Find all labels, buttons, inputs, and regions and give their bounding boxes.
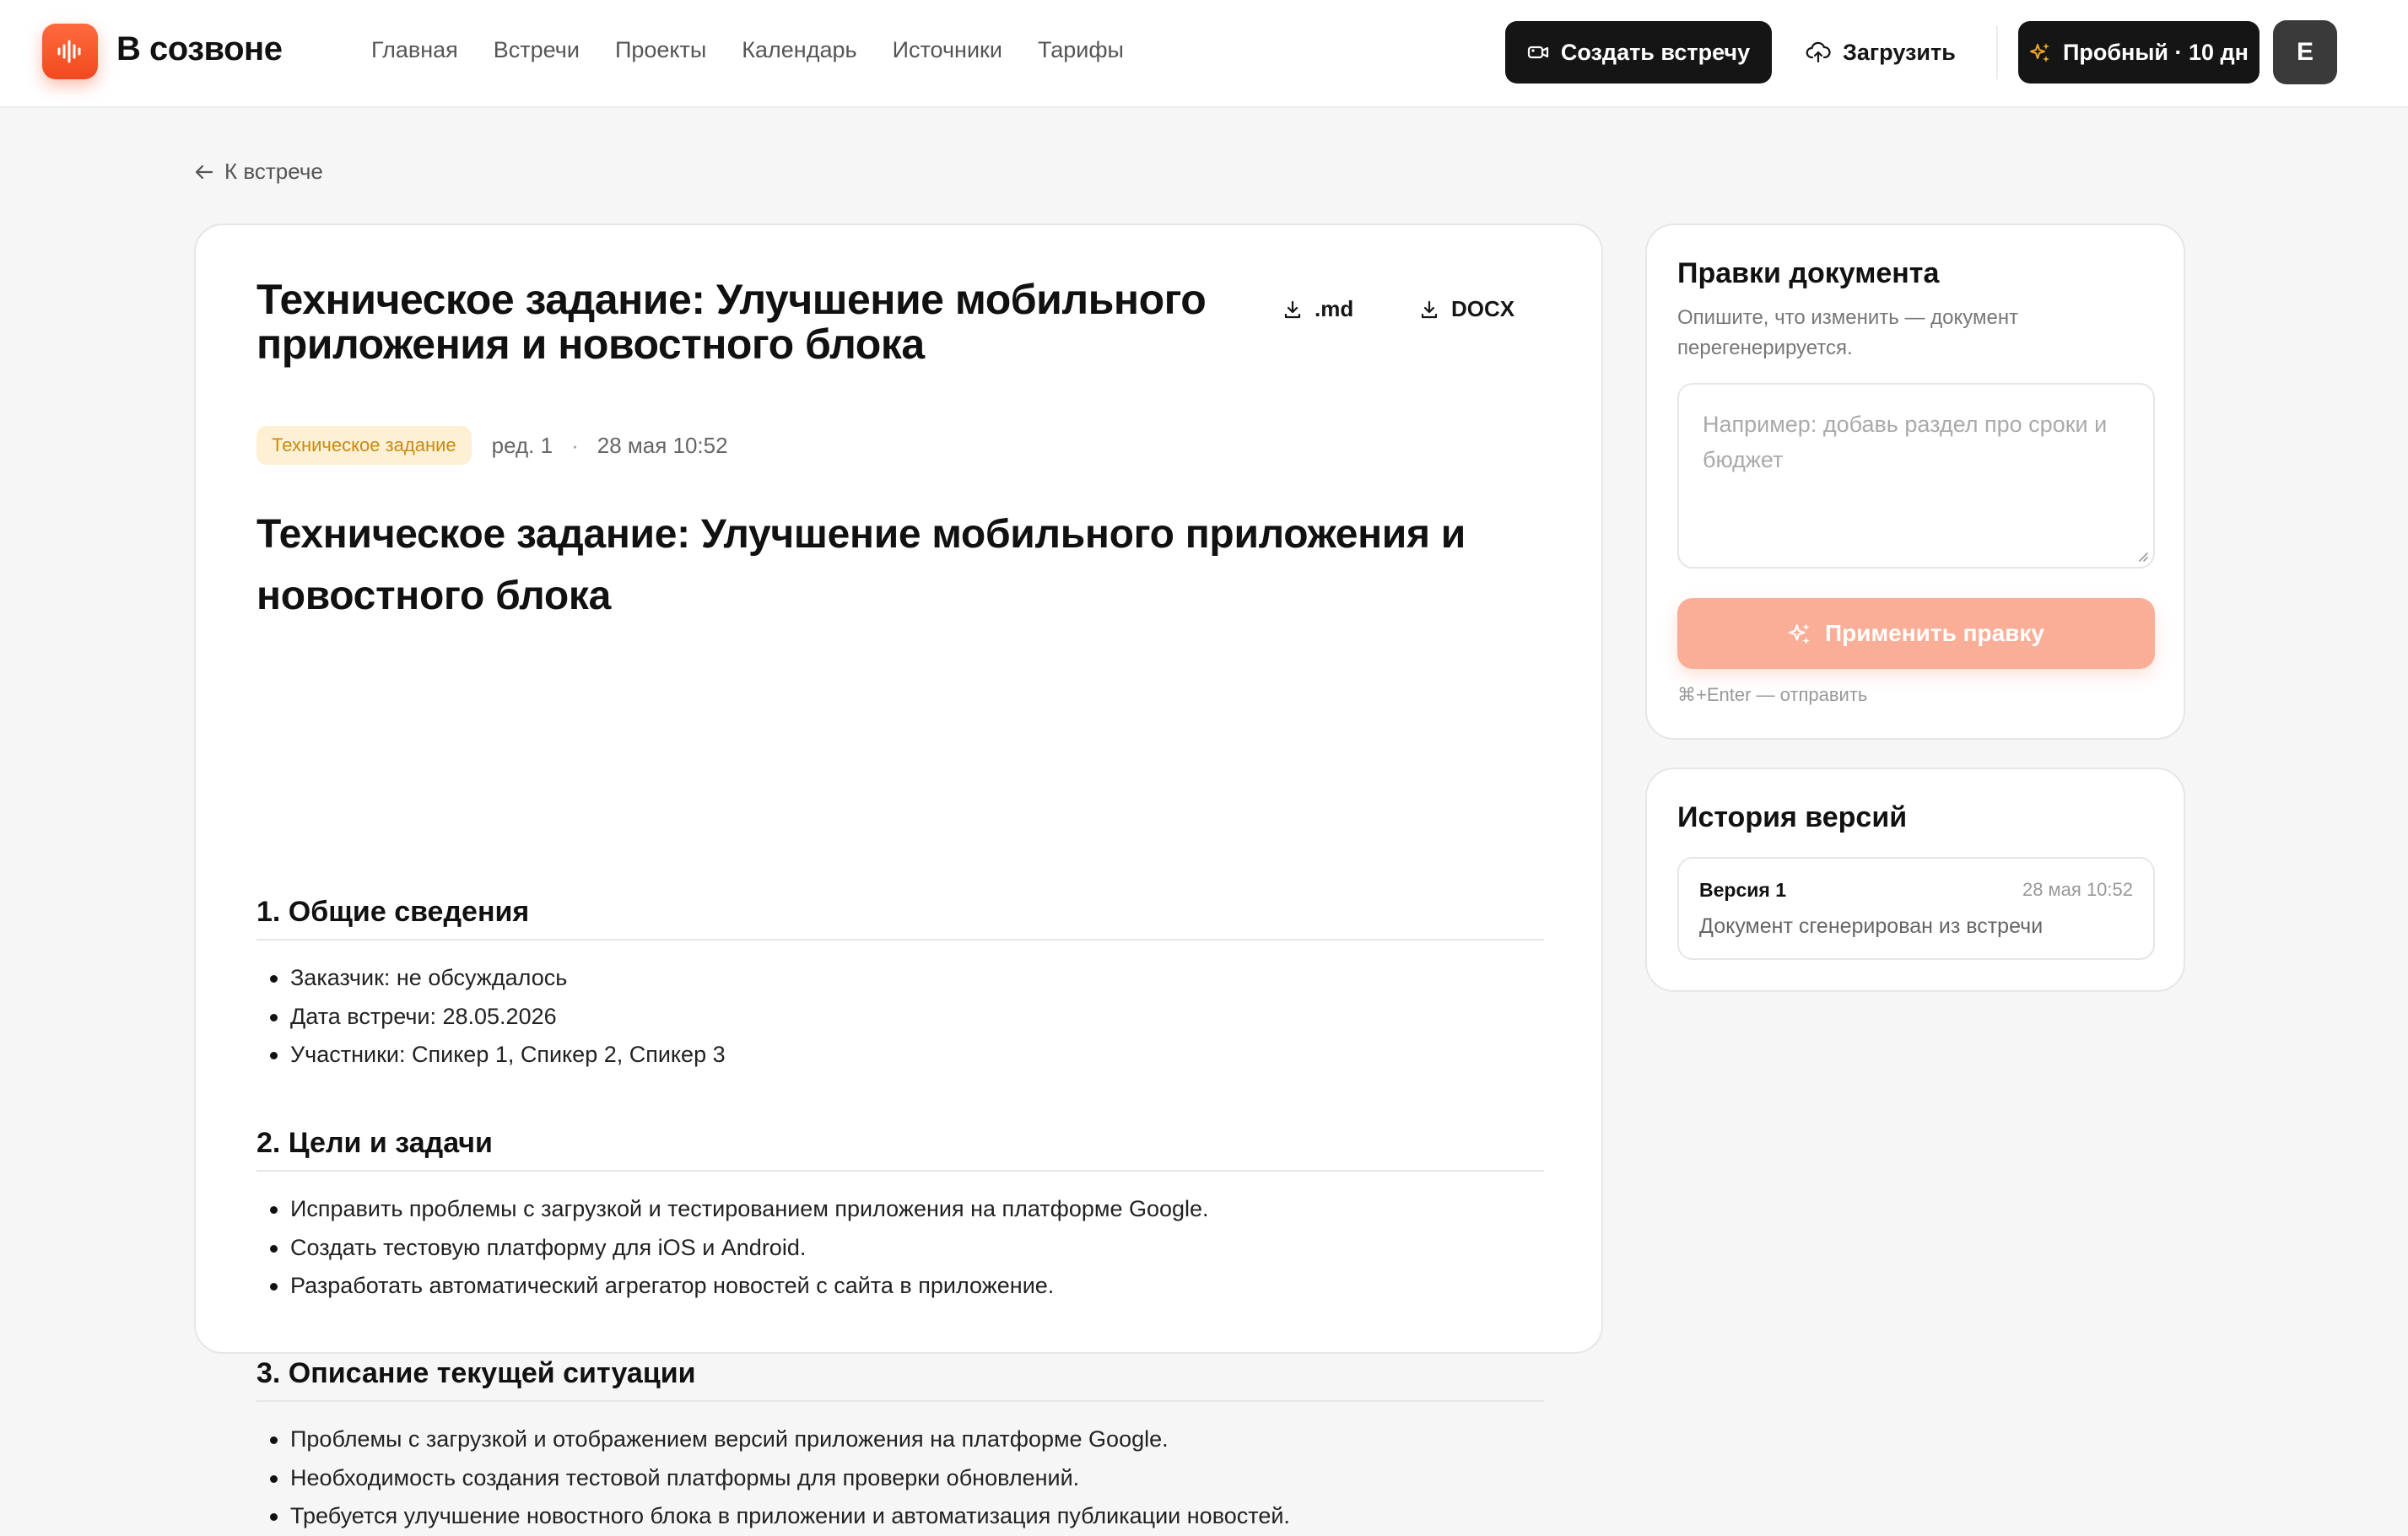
history-title: История версий: [1677, 801, 1908, 833]
list-item: Требуется улучшение новостного блока в п…: [256, 1497, 1544, 1536]
upload-label: Загрузить: [1843, 39, 1956, 65]
section-current-situation: 3. Описание текущей ситуации Проблемы с …: [256, 1350, 1544, 1536]
list-item: Дата встречи: 28.05.2026: [256, 998, 1544, 1037]
download-icon: [1284, 300, 1301, 318]
download-icon: [1421, 300, 1438, 318]
document-date: 28 мая 10:52: [597, 432, 728, 458]
revision-label: ред. 1: [491, 432, 553, 458]
list-item: Исправить проблемы с загрузкой и тестиро…: [256, 1190, 1544, 1229]
list-item: Заказчик: не обсуждалось: [256, 959, 1544, 998]
nav-pricing[interactable]: Тарифы: [1038, 37, 1124, 63]
main-nav: Главная Встречи Проекты Календарь Источн…: [371, 37, 1159, 63]
resize-grip-icon[interactable]: [2136, 550, 2148, 562]
trial-button[interactable]: Пробный · 10 дн: [2018, 21, 2260, 84]
list-item: Разработать автоматический агрегатор нов…: [256, 1267, 1544, 1306]
top-bar: В созвоне Главная Встречи Проекты Календ…: [0, 0, 2408, 108]
sparkles-icon: [2029, 43, 2049, 62]
nav-sources[interactable]: Источники: [893, 37, 1002, 63]
separator-dot: ·: [571, 432, 579, 458]
sparkles-icon: [1789, 623, 1810, 644]
keyboard-hint: ⌘+Enter — отправить: [1677, 684, 1868, 705]
edit-request-placeholder: Например: добавь раздел про сроки и бюдж…: [1703, 412, 2108, 472]
nav-meetings[interactable]: Встречи: [494, 37, 580, 63]
list-item: Необходимость создания тестовой платформ…: [256, 1459, 1544, 1498]
section-title: 1. Общие сведения: [256, 888, 1544, 940]
version-date: 28 мая 10:52: [2022, 879, 2133, 900]
nav-projects[interactable]: Проекты: [615, 37, 706, 63]
cloud-upload-icon: [1806, 41, 1831, 63]
upload-button[interactable]: Загрузить: [1806, 21, 1966, 84]
version-name: Версия 1: [1699, 879, 1786, 901]
version-description: Документ сгенерирован из встречи: [1699, 914, 2044, 938]
apply-edit-button[interactable]: Применить правку: [1677, 598, 2155, 669]
avatar[interactable]: E: [2273, 20, 2337, 84]
edit-request-input[interactable]: Например: добавь раздел про сроки и бюдж…: [1677, 383, 2155, 569]
download-docx-label: DOCX: [1451, 296, 1515, 321]
section-general-info: 1. Общие сведения Заказчик: не обсуждало…: [256, 888, 1544, 1075]
download-docx-button[interactable]: DOCX: [1419, 296, 1514, 322]
section-title: 2. Цели и задачи: [256, 1119, 1544, 1172]
document-title: Техническое задание: Улучшение мобильног…: [256, 276, 1207, 368]
arrow-left-icon: [195, 164, 213, 179]
document-meta: Техническое задание ред. 1 · 28 мая 10:5…: [256, 426, 728, 465]
download-md-button[interactable]: .md: [1282, 296, 1353, 322]
section-title: 3. Описание текущей ситуации: [256, 1350, 1544, 1402]
apply-edit-label: Применить правку: [1825, 620, 2044, 646]
nav-home[interactable]: Главная: [371, 37, 458, 63]
document-edits-panel: Правки документа Опишите, что изменить —…: [1645, 224, 2185, 740]
document-heading: Техническое задание: Улучшение мобильног…: [256, 512, 1466, 618]
download-md-label: .md: [1315, 296, 1354, 321]
back-to-meeting-link[interactable]: К встрече: [194, 159, 323, 185]
edits-title: Правки документа: [1677, 257, 1940, 289]
create-meeting-label: Создать встречу: [1560, 39, 1751, 65]
document-card: Техническое задание: Улучшение мобильног…: [194, 224, 1603, 1528]
create-meeting-button[interactable]: Создать встречу: [1505, 21, 1772, 84]
list-item: Участники: Спикер 1, Спикер 2, Спикер 3: [256, 1036, 1544, 1075]
video-icon: [1527, 46, 1548, 59]
list-item: Создать тестовую платформу для iOS и And…: [256, 1229, 1544, 1268]
version-history-panel: История версий Версия 1 28 мая 10:52 Док…: [1645, 768, 2185, 992]
logo-waveform-icon[interactable]: [42, 24, 98, 79]
edits-subtitle: Опишите, что изменить — документ переген…: [1677, 306, 2019, 359]
document-type-badge: Техническое задание: [256, 426, 472, 465]
nav-calendar[interactable]: Календарь: [742, 37, 856, 63]
section-goals: 2. Цели и задачи Исправить проблемы с за…: [256, 1119, 1544, 1306]
brand-name[interactable]: В созвоне: [116, 30, 283, 68]
back-label: К встрече: [224, 159, 323, 184]
list-item: Проблемы с загрузкой и отображением верс…: [256, 1420, 1544, 1459]
version-item[interactable]: Версия 1 28 мая 10:52 Документ сгенериро…: [1677, 857, 2155, 960]
trial-label: Пробный · 10 дн: [2062, 39, 2249, 65]
divider: [1996, 25, 1998, 79]
